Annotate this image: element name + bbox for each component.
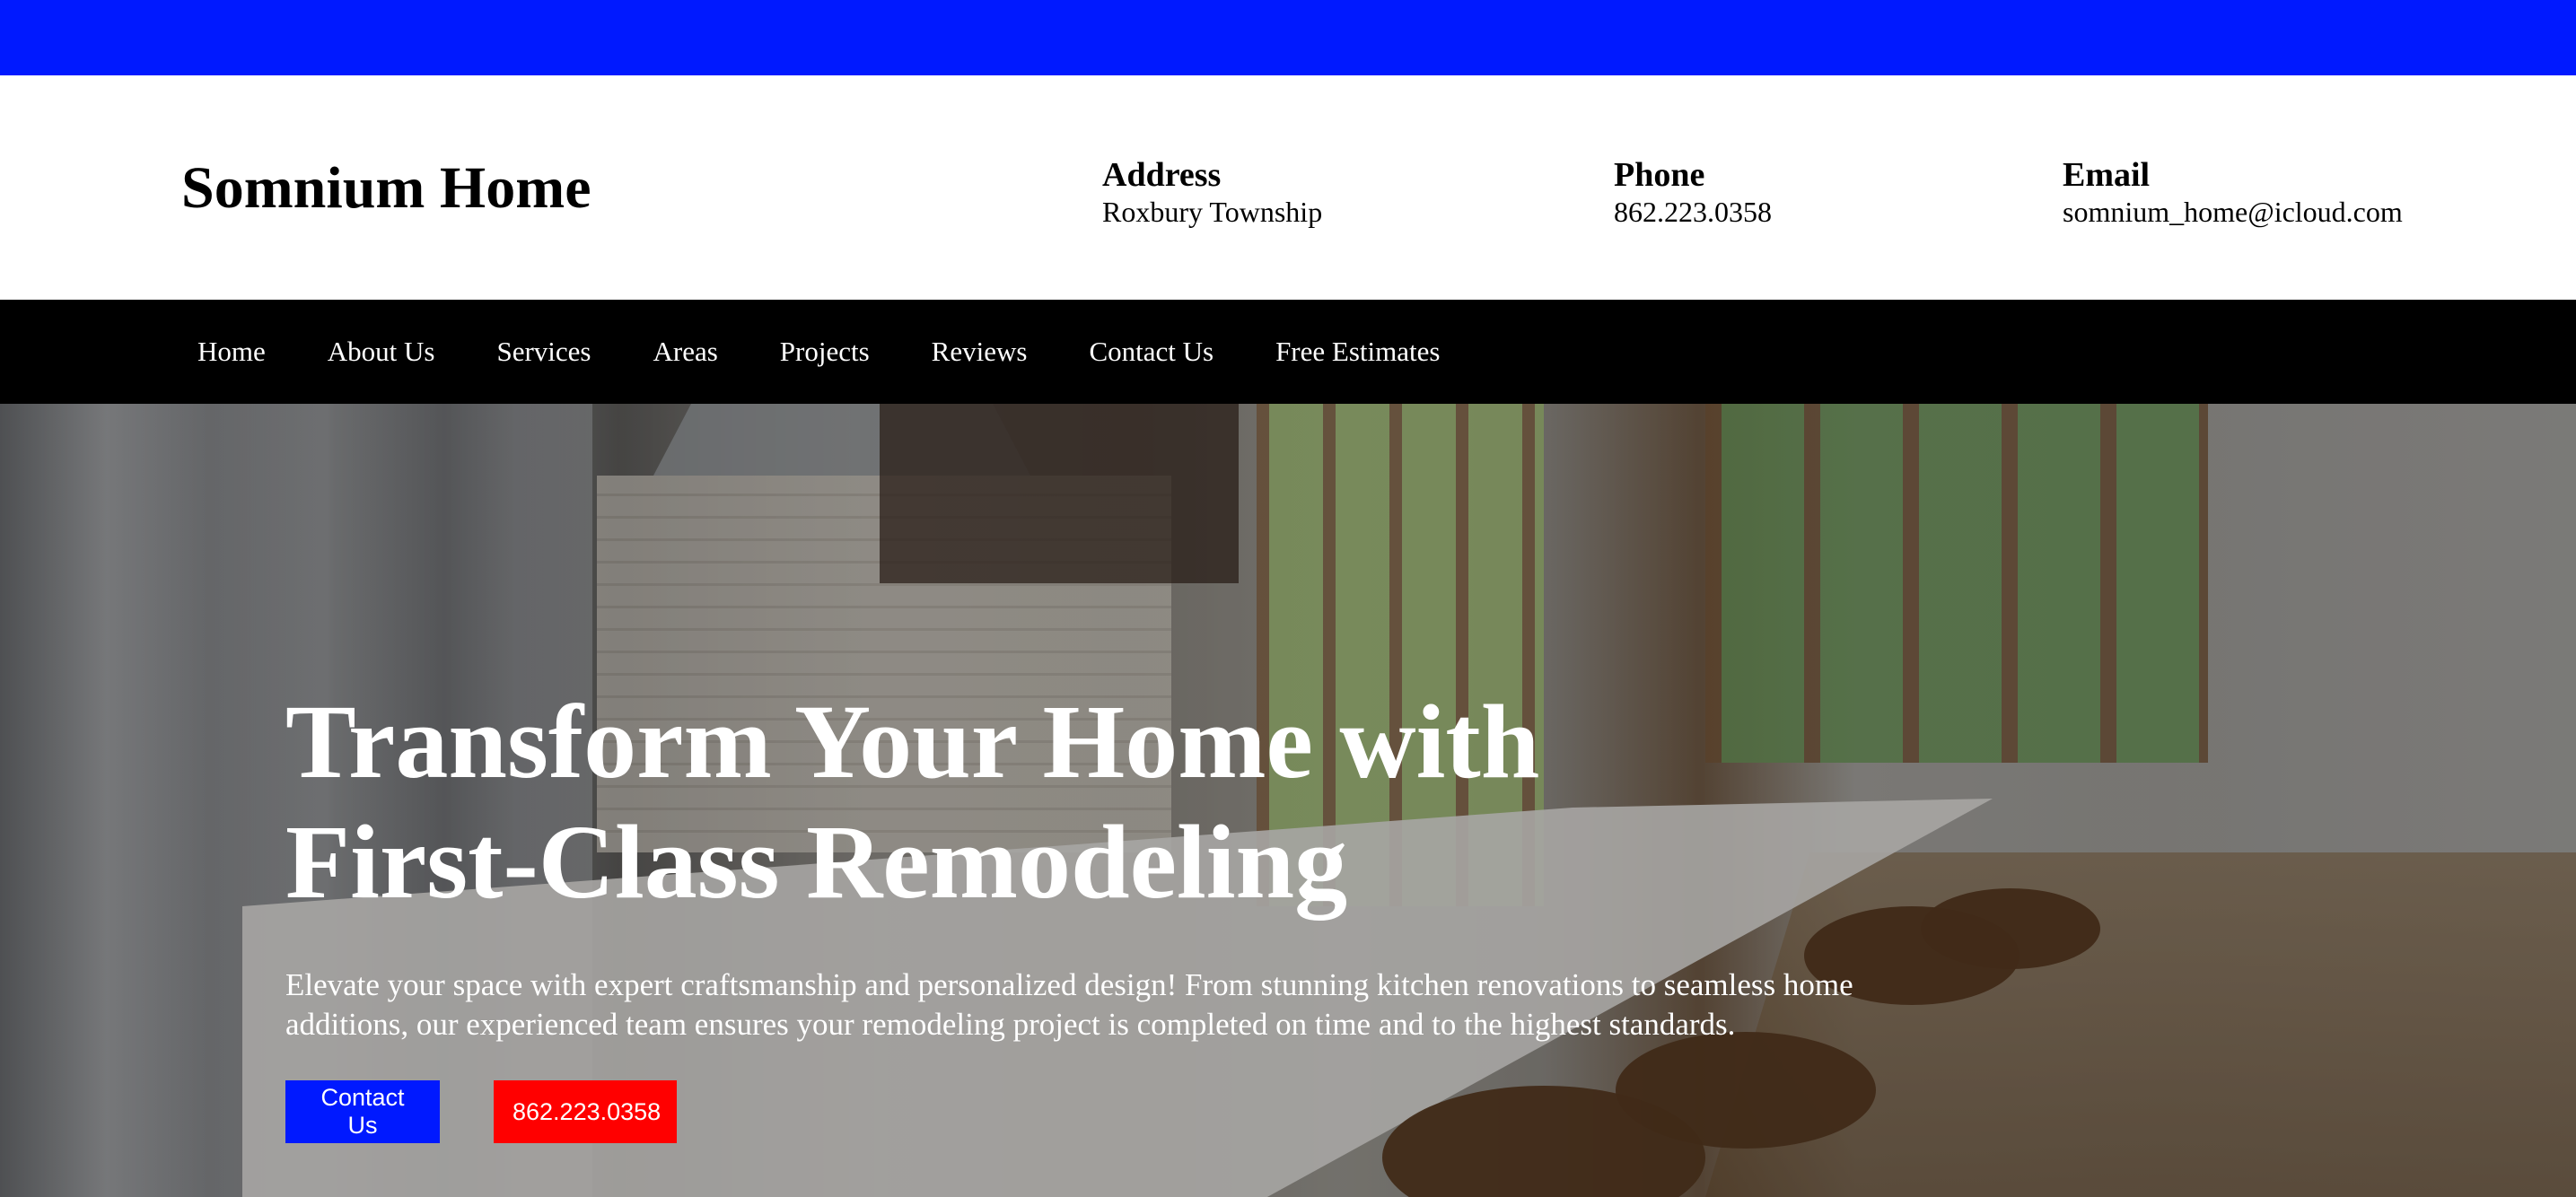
hero-content: Transform Your Home with First-Class Rem… — [285, 682, 1991, 1143]
address-label: Address — [1102, 156, 1222, 194]
site-header: Somnium Home Address Roxbury Township Ph… — [0, 75, 2576, 300]
site-logo-text[interactable]: Somnium Home — [181, 159, 591, 218]
email-value[interactable]: somnium_home@icloud.com — [2063, 194, 2403, 230]
hero-description: Elevate your space with expert craftsman… — [285, 967, 1853, 1042]
nav-item-services[interactable]: Services — [477, 328, 591, 375]
nav-item-about-us[interactable]: About Us — [308, 328, 435, 375]
nav-item-contact-us[interactable]: Contact Us — [1069, 328, 1214, 375]
nav-item-free-estimates[interactable]: Free Estimates — [1256, 328, 1440, 375]
main-navigation: Home About Us Services Areas Projects Re… — [0, 300, 2576, 404]
call-phone-button[interactable]: 862.223.0358 — [494, 1080, 677, 1143]
phone-label: Phone — [1614, 156, 1705, 194]
contact-us-button[interactable]: Contact Us — [285, 1080, 440, 1143]
hero-buttons: Contact Us 862.223.0358 — [285, 1080, 1991, 1143]
hero-title: Transform Your Home with First-Class Rem… — [285, 683, 1540, 921]
top-accent-bar — [0, 0, 2576, 75]
phone-value[interactable]: 862.223.0358 — [1614, 194, 1772, 230]
nav-item-areas[interactable]: Areas — [634, 328, 718, 375]
nav-item-projects[interactable]: Projects — [760, 328, 870, 375]
email-block: Email somnium_home@icloud.com — [2063, 156, 2403, 230]
hero-section: Transform Your Home with First-Class Rem… — [0, 404, 2576, 1197]
nav-item-home[interactable]: Home — [176, 328, 266, 375]
address-block: Address Roxbury Township — [1102, 156, 1323, 230]
phone-block: Phone 862.223.0358 — [1614, 156, 1772, 230]
address-value: Roxbury Township — [1102, 195, 1323, 228]
email-label: Email — [2063, 156, 2151, 194]
nav-item-reviews[interactable]: Reviews — [912, 328, 1028, 375]
